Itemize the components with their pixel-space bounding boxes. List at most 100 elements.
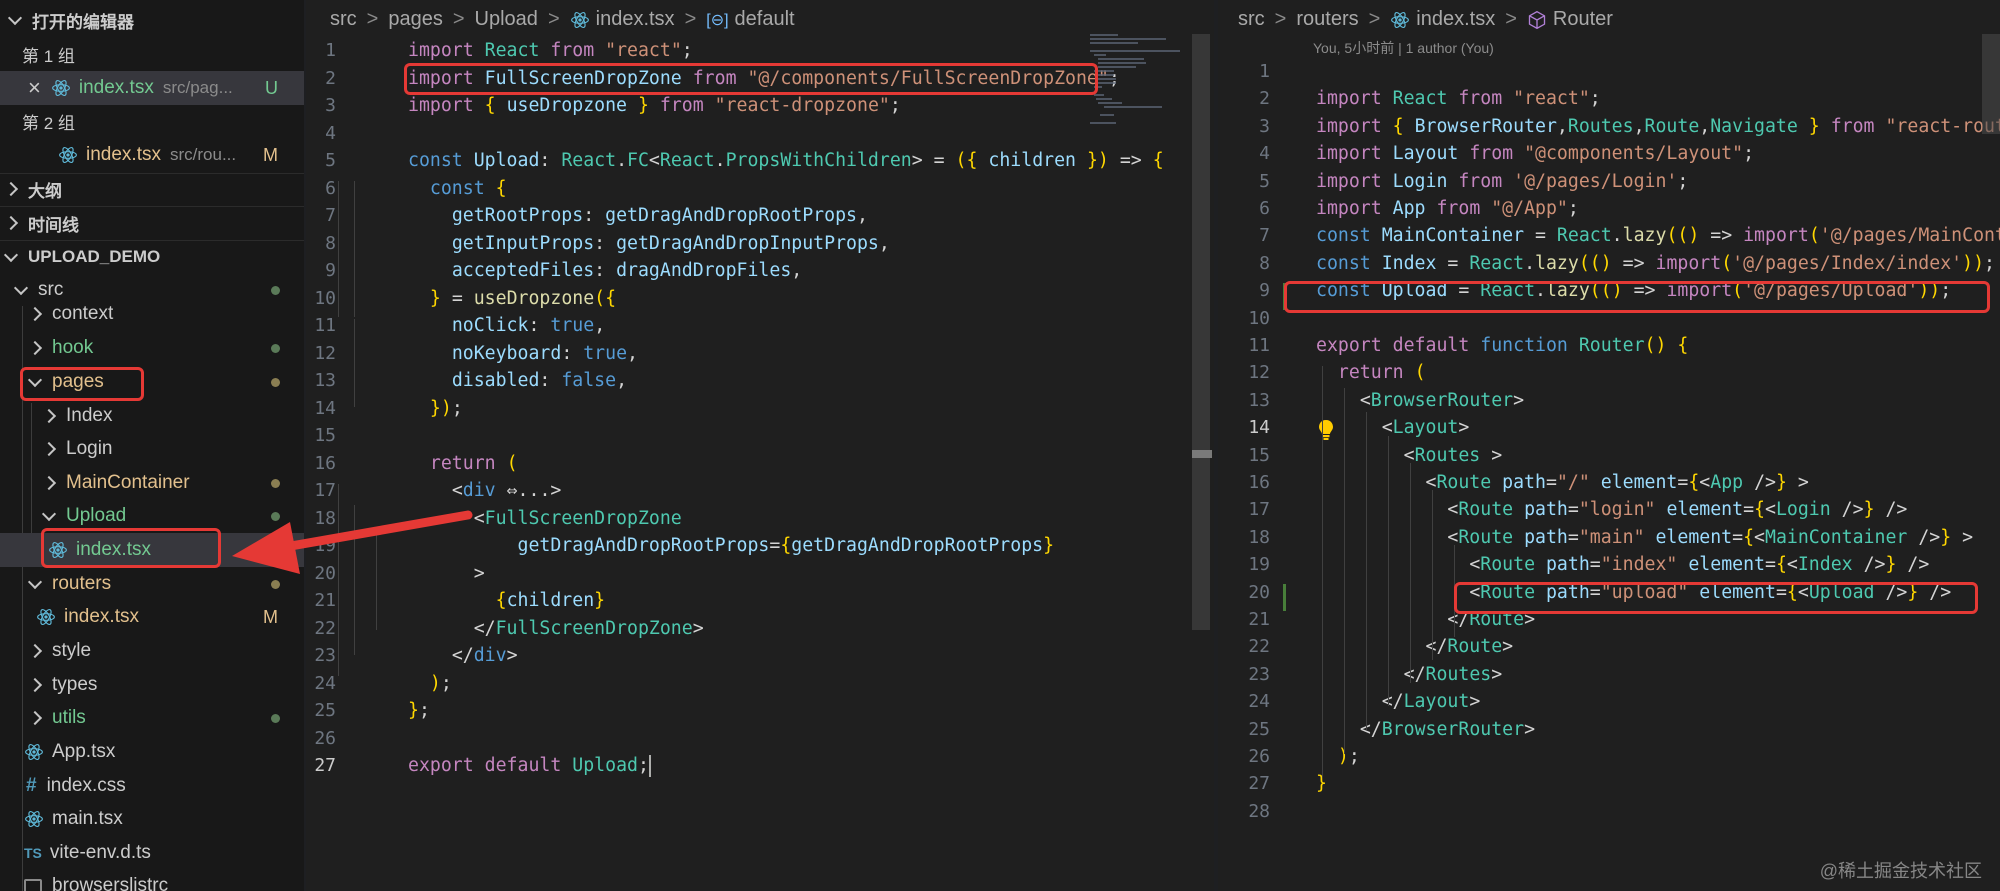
tree-file-main[interactable]: main.tsx — [0, 802, 304, 836]
code-line[interactable]: 8 const Index = React.lazy(() => import('… — [1218, 250, 1995, 278]
code-line[interactable]: 6 const { — [306, 175, 1086, 203]
tree-folder-routers[interactable]: routers — [0, 567, 304, 601]
lightbulb-icon[interactable] — [1318, 419, 1334, 441]
tree-file-index-css[interactable]: # index.css — [0, 769, 304, 803]
code-line[interactable]: 9 const Upload = React.lazy(() => import(… — [1218, 277, 1978, 305]
code-line[interactable]: 24 ); — [306, 670, 1086, 698]
code-line[interactable]: 3 import { useDropzone } from "react-drop… — [306, 92, 1086, 120]
line-number: 16 — [314, 452, 336, 474]
code-line[interactable]: 6 import App from "@/App"; — [1218, 195, 1978, 223]
code-line[interactable]: 23 </Routes> — [1218, 661, 1978, 689]
code-line[interactable]: 2 import React from "react"; — [1218, 85, 1978, 113]
code-line[interactable]: 13 disabled: false, — [306, 367, 1086, 395]
code-line[interactable]: 21 {children} — [306, 587, 1086, 615]
code-line[interactable]: 20 > — [306, 560, 1086, 588]
breadcrumb-item[interactable]: src — [330, 8, 357, 31]
symbol-variable-icon: [⊖] — [706, 11, 729, 29]
breadcrumb-item[interactable]: Router — [1553, 8, 1613, 31]
code-text: import { useDropzone } from "react-dropz… — [408, 95, 901, 116]
code-line[interactable]: 11 noClick: true, — [306, 312, 1086, 340]
code-line[interactable]: 25}; — [306, 697, 1086, 725]
tree-folder-hook[interactable]: hook — [0, 331, 304, 365]
line-number: 20 — [314, 562, 336, 584]
code-line[interactable]: 5 const Upload: React.FC<React.PropsWithC… — [306, 147, 1163, 175]
breadcrumb-item[interactable]: pages — [388, 8, 443, 31]
code-line[interactable]: 16 <Route path="/" element={<App />} > — [1218, 469, 1978, 497]
code-line[interactable]: 18 <Route path="main" element={<MainCont… — [1218, 524, 1978, 552]
open-editor-item-upload[interactable]: × index.tsx src/pag... U — [0, 71, 304, 105]
code-line[interactable]: 15 <Routes > — [1218, 442, 1978, 470]
close-icon[interactable]: × — [28, 75, 41, 101]
code-line[interactable]: 1 — [1218, 58, 1978, 86]
code-line[interactable]: 20 <Route path="upload" element={<Upload… — [1218, 579, 1978, 607]
tree-file-vite-env[interactable]: TS vite-env.d.ts — [0, 836, 304, 870]
code-line[interactable]: 17 <Route path="login" element={<Login /… — [1218, 496, 1978, 524]
tree-folder-style[interactable]: style — [0, 634, 304, 668]
tree-file-app[interactable]: App.tsx — [0, 735, 304, 769]
open-editors-header[interactable]: 打开的编辑器 — [0, 3, 304, 37]
tree-folder-index[interactable]: Index — [0, 399, 304, 433]
code-line[interactable]: 22 </FullScreenDropZone> — [306, 615, 1086, 643]
tree-folder-upload[interactable]: Upload — [0, 499, 304, 533]
code-line[interactable]: 24 </Layout> — [1218, 688, 1978, 716]
editor-routers-index[interactable]: src > routers > index.tsx > Router You, … — [1218, 0, 2000, 891]
tree-folder-types[interactable]: types — [0, 668, 304, 702]
breadcrumb-item[interactable]: src — [1238, 8, 1265, 31]
code-line[interactable]: 22 </Route> — [1218, 633, 1978, 661]
code-line[interactable]: 15 — [306, 422, 1086, 450]
code-line[interactable]: 17 <div ⇔...> — [306, 477, 1086, 505]
code-line[interactable]: 18 <FullScreenDropZone — [306, 505, 1086, 533]
code-line[interactable]: 19 <Route path="index" element={<Index /… — [1218, 551, 1978, 579]
code-line[interactable]: 10 — [1218, 305, 1978, 333]
vertical-scrollbar[interactable] — [1982, 34, 2000, 134]
code-line[interactable]: 8 getInputProps: getDragAndDropInputProp… — [306, 230, 1086, 258]
code-line[interactable]: 5 import Login from '@/pages/Login'; — [1218, 168, 1978, 196]
code-line[interactable]: 11 export default function Router() { — [1218, 332, 1978, 360]
code-line[interactable]: 7 const MainContainer = React.lazy(() => … — [1218, 222, 2000, 250]
timeline-header[interactable]: 时间线 — [0, 206, 304, 240]
code-line[interactable]: 14 }); — [306, 395, 1086, 423]
tree-folder-maincontainer[interactable]: MainContainer — [0, 466, 304, 500]
code-line[interactable]: 7 getRootProps: getDragAndDropRootProps, — [306, 202, 1086, 230]
code-line[interactable]: 27} — [1218, 770, 1978, 798]
breadcrumb-item[interactable]: Upload — [475, 8, 538, 31]
code-line[interactable]: 19 getDragAndDropRootProps={getDragAndDr… — [306, 532, 1086, 560]
code-line[interactable]: 16 return ( — [306, 450, 1086, 478]
code-line[interactable]: 25 </BrowserRouter> — [1218, 716, 1978, 744]
code-line[interactable]: 26 — [306, 725, 1086, 753]
code-line[interactable]: 1 import React from "react"; — [306, 37, 1086, 65]
tree-folder-context[interactable]: context — [0, 297, 304, 331]
code-line[interactable]: 4 — [306, 120, 1086, 148]
editor-upload-index[interactable]: src > pages > Upload > index.tsx > [⊖] d… — [306, 0, 1214, 891]
tree-file-browserslist[interactable]: browserslistrc — [0, 869, 304, 891]
code-line[interactable]: 12 noKeyboard: true, — [306, 340, 1086, 368]
breadcrumb-item[interactable]: default — [735, 8, 795, 31]
project-header[interactable]: UPLOAD_DEMO — [0, 240, 304, 274]
code-text: ); — [429, 672, 452, 694]
code-line[interactable]: 23 </div> — [306, 642, 1086, 670]
outline-header[interactable]: 大纲 — [0, 172, 304, 206]
code-line[interactable]: 28 — [1218, 798, 1978, 826]
code-line[interactable]: 4 import Layout from "@components/Layout"… — [1218, 140, 1978, 168]
vertical-scrollbar[interactable] — [1192, 34, 1210, 630]
code-line[interactable]: 27 export default Upload; — [306, 752, 1086, 780]
minimap[interactable] — [1090, 34, 1190, 124]
code-line[interactable]: 3 import { BrowserRouter,Routes,Route,Nav… — [1218, 113, 2000, 141]
code-line[interactable]: 26 ); — [1218, 743, 1978, 771]
breadcrumb-item[interactable]: index.tsx — [596, 8, 675, 31]
git-blame-codelens[interactable]: You, 5小时前 | 1 author (You) — [1313, 38, 1494, 58]
code-line[interactable]: 10 } = useDropzone({ — [306, 285, 1086, 313]
tree-file-routers-index[interactable]: index.tsx M — [0, 600, 304, 634]
breadcrumb-item[interactable]: index.tsx — [1416, 8, 1495, 31]
code-line[interactable]: 12 return ( — [1218, 359, 1978, 387]
code-line[interactable]: 9 acceptedFiles: dragAndDropFiles, — [306, 257, 1086, 285]
tree-folder-pages[interactable]: pages — [0, 365, 304, 399]
tree-file-upload-index[interactable]: index.tsx — [0, 533, 304, 567]
code-line[interactable]: 2 import FullScreenDropZone from "@/compo… — [306, 65, 1120, 93]
code-line[interactable]: 13 <BrowserRouter> — [1218, 387, 1978, 415]
tree-folder-login[interactable]: Login — [0, 432, 304, 466]
open-editor-item-routers[interactable]: index.tsx src/rou... M — [0, 138, 304, 172]
tree-folder-utils[interactable]: utils — [0, 701, 304, 735]
code-line[interactable]: 21 </Route> — [1218, 606, 1978, 634]
breadcrumb-item[interactable]: routers — [1296, 8, 1358, 31]
